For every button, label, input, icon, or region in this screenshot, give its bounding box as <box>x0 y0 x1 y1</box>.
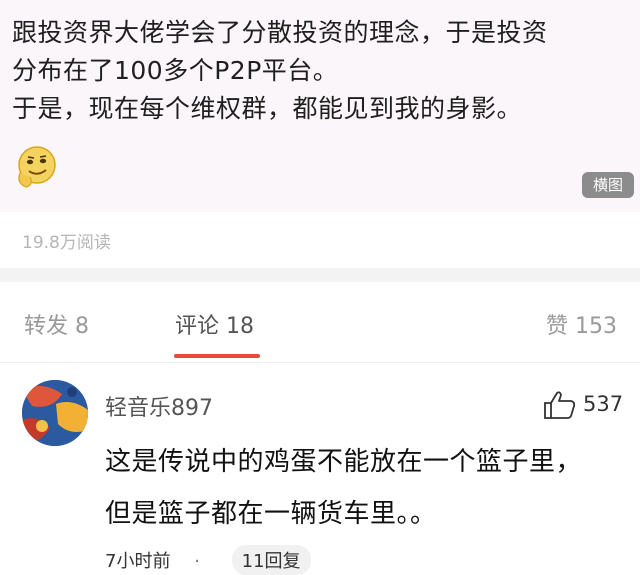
active-tab-indicator <box>174 354 260 358</box>
post-line: 于是，现在每个维权群，都能见到我的身影。 <box>12 94 523 123</box>
comment-like-count: 537 <box>583 392 624 416</box>
post-line: 跟投资界大佬学会了分散投资的理念，于是投资 <box>12 18 548 47</box>
comment-username[interactable]: 轻音乐897 <box>105 390 213 422</box>
interaction-tabs: 转发 8 评论 18 赞 153 <box>0 282 640 362</box>
divider <box>0 362 640 363</box>
post-content: 跟投资界大佬学会了分散投资的理念，于是投资 分布在了100多个P2P平台。 于是… <box>0 0 640 212</box>
thumbs-up-icon <box>544 391 576 419</box>
read-count-row: 19.8万阅读 <box>0 212 640 268</box>
tab-comments[interactable]: 评论 18 <box>175 308 254 340</box>
long-image-badge[interactable]: 横图 <box>582 172 634 198</box>
comment-line: 但是篮子都在一辆货车里。。 <box>105 499 437 529</box>
reply-count-button[interactable]: 11回复 <box>231 545 311 575</box>
section-gap <box>0 268 640 282</box>
tab-likes[interactable]: 赞 153 <box>546 308 617 340</box>
tab-repost[interactable]: 转发 8 <box>24 308 89 340</box>
avatar[interactable] <box>22 380 88 446</box>
post-text: 跟投资界大佬学会了分散投资的理念，于是投资 分布在了100多个P2P平台。 于是… <box>12 14 627 128</box>
comment-meta: 7小时前 · 11回复 <box>105 545 311 575</box>
separator-dot: · <box>194 551 200 572</box>
avatar-image <box>22 380 88 446</box>
comment-line: 这是传说中的鸡蛋不能放在一个篮子里， <box>105 447 583 477</box>
smirk-emoji-icon <box>18 146 56 188</box>
comment-time: 7小时前 <box>105 551 171 572</box>
post-line: 分布在了100多个P2P平台。 <box>12 56 339 85</box>
read-count: 19.8万阅读 <box>22 233 111 253</box>
comment-text: 这是传说中的鸡蛋不能放在一个篮子里， 但是篮子都在一辆货车里。。 <box>105 436 625 540</box>
